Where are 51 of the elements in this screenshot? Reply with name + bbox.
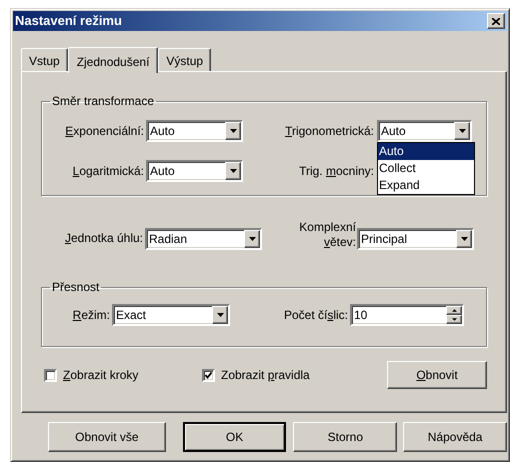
dialog-button[interactable]: Storno <box>293 422 398 452</box>
dropdown-option[interactable]: Auto <box>378 143 474 160</box>
field-label: Komplexní větev: <box>298 220 357 250</box>
dialog-button[interactable]: Obnovit vše <box>48 422 166 452</box>
tab[interactable]: Výstup <box>158 48 212 71</box>
dropdown-button[interactable] <box>225 122 241 140</box>
number-field[interactable]: 10 <box>350 304 464 326</box>
close-icon <box>492 18 500 24</box>
checkbox-label[interactable]: Zobrazit kroky <box>63 366 138 384</box>
dropdown-button[interactable] <box>456 230 472 248</box>
dropdown-button[interactable] <box>225 162 241 180</box>
spin-button[interactable] <box>446 315 462 324</box>
dropdown-button[interactable] <box>212 306 228 324</box>
field-label: Exponenciální: <box>64 123 145 140</box>
checkbox[interactable] <box>202 368 215 382</box>
dropdown-option[interactable]: Expand <box>378 177 474 194</box>
up-arrow-icon <box>452 309 456 312</box>
caret-icon <box>230 169 236 173</box>
dropdown-button[interactable] <box>244 230 260 248</box>
caret-icon <box>460 237 468 241</box>
group-title: Přesnost <box>51 279 100 296</box>
field-label: Trigonometrická: <box>284 123 375 140</box>
check-icon <box>205 372 212 378</box>
caret-icon <box>230 129 236 133</box>
spin-button[interactable] <box>446 306 462 315</box>
close-button[interactable] <box>487 13 505 29</box>
checkbox-label[interactable]: Zobrazit pravidla <box>221 366 310 384</box>
dropdown-field[interactable]: Principal <box>357 228 474 250</box>
reset-button[interactable]: Obnovit <box>387 361 487 389</box>
window-title: Nastavení režimu <box>15 12 123 30</box>
dialog-button[interactable]: OK <box>182 422 286 452</box>
field-label: Režim: <box>72 307 111 324</box>
tab[interactable]: Zjednodušení <box>68 47 158 73</box>
field-label: Trig. mocniny: <box>298 163 375 180</box>
dialog-button[interactable]: Nápověda <box>403 422 507 452</box>
dropdown-field[interactable]: Auto <box>146 160 243 182</box>
field-label: Jednotka úhlu: <box>64 230 144 247</box>
caret-icon <box>216 313 224 317</box>
field-label: Počet číslic: <box>282 307 349 324</box>
dropdown-field[interactable]: Auto <box>146 120 243 142</box>
dropdown-field[interactable]: Radian <box>145 228 262 250</box>
checkbox[interactable] <box>44 368 57 382</box>
dropdown-button[interactable] <box>454 122 470 140</box>
caret-icon <box>248 237 256 241</box>
field-label: Logaritmická: <box>72 163 145 180</box>
tab[interactable]: Vstup <box>21 48 68 71</box>
down-arrow-icon <box>452 318 456 321</box>
dropdown-option[interactable]: Collect <box>378 160 474 177</box>
group-title: Směr transformace <box>51 93 156 110</box>
dropdown-field[interactable]: Exact <box>112 304 230 326</box>
caret-icon <box>458 129 466 133</box>
